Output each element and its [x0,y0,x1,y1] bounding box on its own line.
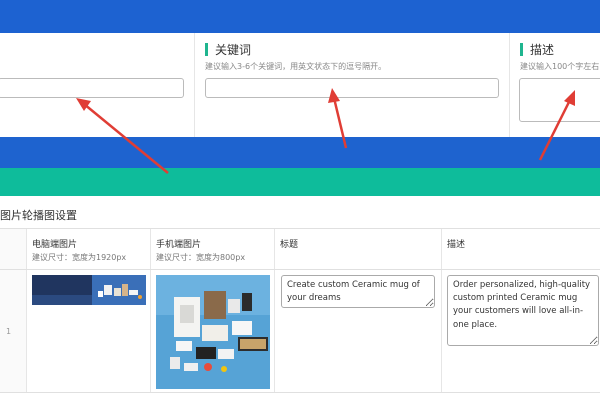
mobile-image-hint: 建议尺寸：宽度为800px [156,253,246,262]
index-header [0,229,27,269]
description-hint: 建议输入100个字左右 [520,62,600,71]
banner-title-textarea[interactable]: Create custom Ceramic mug of your dreams [281,275,435,308]
pc-image-header: 电脑端图片 建议尺寸：宽度为1920px [27,229,151,269]
mobile-image-header: 手机端图片 建议尺寸：宽度为800px [151,229,275,269]
seo-field-description: 描述 建议输入100个字左右 [510,33,600,137]
description-header: 描述 [442,229,600,269]
row-index-cell: 1 [0,270,27,392]
mobile-banner-image[interactable] [156,275,270,389]
banner-section-title: 图片轮播图设置 [0,209,77,222]
seo-field-first [0,33,195,137]
pc-banner-image[interactable] [32,275,146,305]
banner-table: 电脑端图片 建议尺寸：宽度为1920px 手机端图片 建议尺寸：宽度为800px… [0,228,600,396]
table-row: 1 Create custom Ceramic mug of your drea… [0,270,600,393]
pc-banner-artwork [32,275,146,305]
seo-field-keywords: 关键词 建议输入3-6个关键词，用英文状态下的逗号隔开。 [195,33,510,137]
title-header: 标题 [275,229,442,269]
blue-band [0,137,600,168]
first-seo-input[interactable] [0,78,184,98]
keywords-title-text: 关键词 [215,43,252,57]
mobile-image-cell [151,270,275,392]
description-title-text: 描述 [530,43,555,57]
table-header-row: 电脑端图片 建议尺寸：宽度为1920px 手机端图片 建议尺寸：宽度为800px… [0,229,600,270]
description-title: 描述 [520,41,554,58]
pc-image-label: 电脑端图片 [32,240,78,250]
top-blue-bar [0,0,600,33]
mobile-image-label: 手机端图片 [156,240,202,250]
pc-image-hint: 建议尺寸：宽度为1920px [32,253,127,262]
description-cell: Order personalized, high-quality custom … [442,270,600,392]
accent-bar [205,43,208,56]
green-band [0,168,600,196]
keywords-title: 关键词 [205,41,251,58]
row-index: 1 [6,327,12,336]
title-cell: Create custom Ceramic mug of your dreams [275,270,442,392]
mobile-banner-artwork [156,275,270,389]
seo-settings-panel: 关键词 建议输入3-6个关键词，用英文状态下的逗号隔开。 描述 建议输入100个… [0,33,600,137]
banner-description-textarea[interactable]: Order personalized, high-quality custom … [447,275,599,346]
accent-bar [520,43,523,56]
pc-image-cell [27,270,151,392]
description-column-label: 描述 [447,240,466,250]
description-textarea[interactable] [519,78,600,122]
keywords-hint: 建议输入3-6个关键词，用英文状态下的逗号隔开。 [205,62,387,71]
title-column-label: 标题 [280,240,299,250]
keywords-input[interactable] [205,78,499,98]
